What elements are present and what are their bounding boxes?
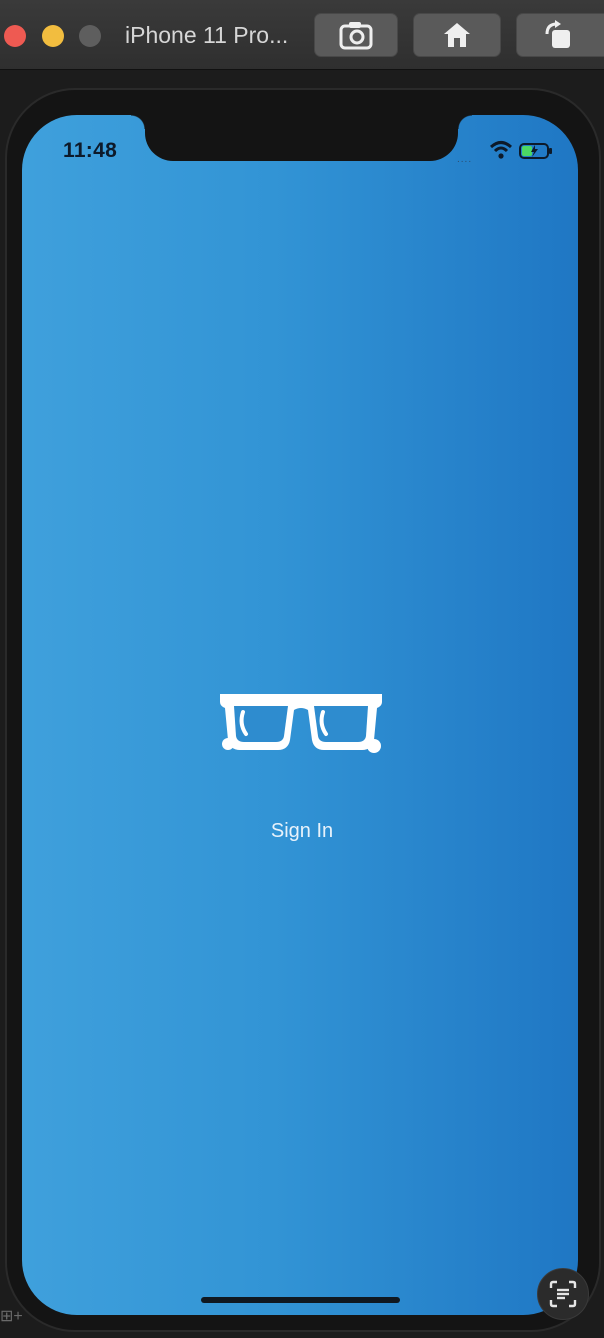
close-window-button[interactable] (4, 25, 26, 47)
rotate-button[interactable] (516, 13, 604, 57)
zoom-window-button[interactable] (79, 25, 101, 47)
glasses-icon (220, 694, 382, 753)
home-icon (444, 23, 470, 47)
text-scan-icon (549, 1280, 577, 1308)
sign-in-button[interactable]: Sign In (271, 820, 333, 842)
device-notch (131, 115, 472, 161)
cellular-signal: .... (457, 154, 473, 165)
status-time: 11:48 (63, 139, 118, 162)
home-button[interactable] (413, 13, 501, 57)
simulator-titlebar: iPhone 11 Pro... (0, 0, 604, 70)
home-indicator[interactable] (201, 1297, 400, 1303)
sign-in-button-row: Sign In (0, 820, 604, 843)
wifi-icon (489, 141, 513, 159)
simulator-title: iPhone 11 Pro... (125, 22, 289, 48)
corner-toolbar-glyph: ⊞+ (0, 1308, 23, 1325)
camera-icon (339, 22, 373, 50)
rotate-icon (545, 20, 570, 48)
battery-charging-icon (519, 143, 552, 159)
text-scan-button[interactable] (537, 1268, 589, 1320)
minimize-window-button[interactable] (42, 25, 64, 47)
screenshot-button[interactable] (314, 13, 398, 57)
status-icons: .... (455, 138, 560, 165)
